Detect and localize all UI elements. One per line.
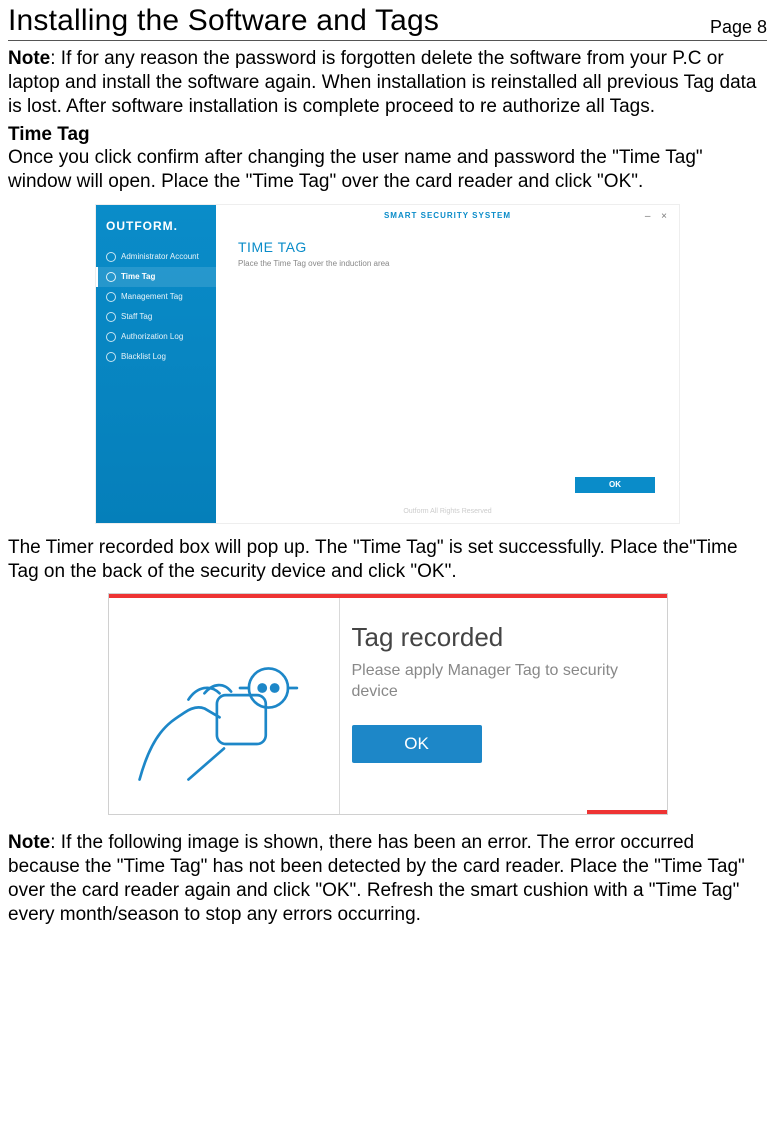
- note-label: Note: [8, 832, 50, 853]
- note-text: : If for any reason the password is forg…: [8, 48, 757, 117]
- dialog-body: Please apply Manager Tag to security dev…: [352, 661, 647, 703]
- sidebar-item-label: Management Tag: [121, 292, 183, 301]
- sidebar-item-blacklist-log[interactable]: Blacklist Log: [96, 347, 216, 367]
- app-footer: Outform All Rights Reserved: [403, 508, 491, 515]
- panel-subtext: Place the Time Tag over the induction ar…: [238, 259, 659, 268]
- sidebar-item-label: Authorization Log: [121, 332, 183, 341]
- sidebar-item-admin[interactable]: Administrator Account: [96, 247, 216, 267]
- note-paragraph-2: Note: If the following image is shown, t…: [8, 831, 767, 926]
- sidebar-item-time-tag[interactable]: Time Tag: [96, 267, 216, 287]
- app-sidebar: OUTFORM. Administrator Account Time Tag …: [96, 205, 216, 523]
- clock-icon: [106, 272, 116, 282]
- people-icon: [106, 312, 116, 322]
- decorative-bar-bottom: [587, 810, 667, 814]
- brand-logo: OUTFORM.: [96, 215, 216, 247]
- lock-icon: [106, 332, 116, 342]
- sidebar-item-label: Administrator Account: [121, 252, 199, 261]
- ok-button[interactable]: OK: [575, 477, 655, 493]
- sidebar-item-label: Staff Tag: [121, 312, 152, 321]
- ok-button[interactable]: OK: [352, 725, 482, 763]
- page-header: Installing the Software and Tags Page 8: [8, 4, 767, 41]
- ban-icon: [106, 352, 116, 362]
- app-main-panel: SMART SECURITY SYSTEM – × TIME TAG Place…: [216, 205, 679, 523]
- dialog-text-column: Tag recorded Please apply Manager Tag to…: [339, 594, 667, 814]
- illustration-hand-device: [109, 594, 339, 814]
- sidebar-item-management-tag[interactable]: Management Tag: [96, 287, 216, 307]
- sidebar-item-label: Blacklist Log: [121, 352, 166, 361]
- note-paragraph-1: Note: If for any reason the password is …: [8, 47, 767, 118]
- decorative-bar-top: [109, 594, 667, 598]
- note-text: : If the following image is shown, there…: [8, 832, 745, 924]
- after-shot1-text: The Timer recorded box will pop up. The …: [8, 536, 767, 584]
- screenshot-tag-recorded-dialog: Tag recorded Please apply Manager Tag to…: [108, 593, 668, 815]
- page-number: Page 8: [710, 17, 767, 38]
- page-title: Installing the Software and Tags: [8, 4, 439, 38]
- user-icon: [106, 252, 116, 262]
- screenshot-time-tag-window: OUTFORM. Administrator Account Time Tag …: [95, 204, 680, 524]
- sidebar-item-label: Time Tag: [121, 272, 155, 281]
- panel-heading: TIME TAG: [238, 239, 659, 255]
- hand-device-icon: [134, 624, 314, 784]
- section-subhead-time-tag: Time Tag: [8, 124, 767, 146]
- sidebar-item-auth-log[interactable]: Authorization Log: [96, 327, 216, 347]
- app-title-watermark: SMART SECURITY SYSTEM: [384, 211, 511, 220]
- sidebar-item-staff-tag[interactable]: Staff Tag: [96, 307, 216, 327]
- window-buttons[interactable]: – ×: [645, 211, 671, 222]
- dialog-title: Tag recorded: [352, 622, 647, 653]
- time-tag-intro: Once you click confirm after changing th…: [8, 146, 767, 194]
- tag-icon: [106, 292, 116, 302]
- note-label: Note: [8, 48, 50, 69]
